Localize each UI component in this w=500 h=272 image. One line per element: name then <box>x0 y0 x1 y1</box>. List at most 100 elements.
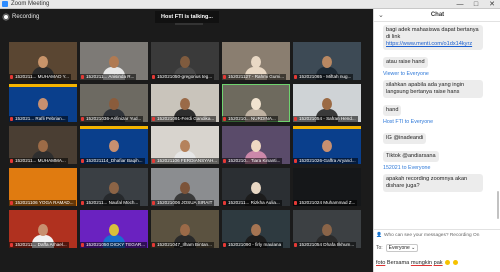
participant-tile[interactable]: 1520210... NURDINA... <box>222 84 290 122</box>
participant-tile[interactable]: 1520211... MUHAMMA... <box>9 126 77 164</box>
recording-indicator[interactable]: Recording <box>3 12 39 22</box>
participant-name: 1520211... Anisinda R... <box>80 74 137 80</box>
chat-message-list[interactable]: bagi adek mahasiswa dapat bertanya di li… <box>374 23 496 229</box>
participant-name: 152021106 FERDIANSYAH... <box>151 158 219 164</box>
message-bubble: bagi adek mahasiswa dapat bertanya di li… <box>383 25 483 50</box>
mic-muted-icon <box>81 201 84 205</box>
mic-muted-icon <box>223 117 226 121</box>
message-link[interactable]: https://www.menti.com/o1dx14kyrz <box>386 41 480 48</box>
message-text: atau raise hand <box>386 59 425 65</box>
participant-name: 152021091-Ferdi Gandika... <box>151 116 217 122</box>
mic-muted-icon <box>10 75 13 79</box>
message-sender[interactable]: Viewer to Everyone <box>383 71 492 78</box>
emoji-icon[interactable] <box>452 260 458 266</box>
active-speaker-banner: Host FTI is talking... <box>155 11 219 23</box>
message-bubble: IG @inadeandi <box>383 133 427 144</box>
mic-muted-icon <box>294 243 297 247</box>
input-word-1: foto <box>376 260 386 266</box>
participant-tile[interactable]: 1520211... Naufal Moch... <box>80 168 148 206</box>
participant-tile[interactable]: 152021... Rafli Pebrian... <box>9 84 77 122</box>
mic-muted-icon <box>152 243 155 247</box>
participant-name: 152021047_Ilham Bintan... <box>151 242 214 248</box>
participant-tile[interactable]: 1520211... MUHAMAD Y... <box>9 42 77 80</box>
participant-tile[interactable]: 152021090 - firly maulana <box>222 210 290 248</box>
participant-name: 152021114_Dhafiar Baqih... <box>80 158 145 164</box>
input-word-4: pak <box>433 260 443 266</box>
mic-muted-icon <box>294 75 297 79</box>
participant-tile[interactable]: 1520211... Rizkha Aulia... <box>222 168 290 206</box>
participant-tile[interactable]: 1520211... Daffa Arhael... <box>9 210 77 248</box>
mic-muted-icon <box>152 159 155 163</box>
chat-scrollbar[interactable] <box>496 23 500 229</box>
participant-name: 152021054 - Safran Hend... <box>293 116 358 122</box>
participant-grid: 1520211... MUHAMAD Y... 1520211... Anisin… <box>9 42 361 248</box>
emoji-icon[interactable] <box>445 260 451 266</box>
message-bubble: atau raise hand <box>383 57 428 68</box>
who-can-see-info[interactable]: 👤 Who can see your messages? Recording O… <box>376 232 498 240</box>
message-text: silahkan apabila ada yang ingin langsung… <box>386 82 465 95</box>
message-sender[interactable]: 152021 to Everyone <box>383 165 492 172</box>
participant-tile[interactable]: 152021006 JOSUA SIRAIT <box>151 168 219 206</box>
participant-name: 152021127 - Rahmi Gumi... <box>222 74 287 80</box>
scrollbar-thumb[interactable] <box>497 191 499 219</box>
participant-name: 1520211... Naufal Moch... <box>80 200 141 206</box>
title-bar: Zoom Meeting — □ ✕ <box>0 0 500 9</box>
chat-input[interactable]: foto Bersama mungkin pak <box>376 257 498 269</box>
minimize-button[interactable]: — <box>452 0 468 9</box>
participant-name: 1520211... Rizkha Aulia... <box>222 200 282 206</box>
mic-muted-icon <box>81 117 84 121</box>
participant-tile[interactable]: 152021054 - Safran Hend... <box>293 84 361 122</box>
person-icon: 👤 <box>376 233 382 238</box>
participant-tile[interactable]: 152021114_Dhafiar Baqih... <box>80 126 148 164</box>
participant-tile[interactable]: 152021091-Ferdi Gandika... <box>151 84 219 122</box>
participant-tile[interactable]: 152021106 YOGA RAMAD... <box>9 168 77 206</box>
participant-tile[interactable]: 152021106 FERDIANSYAH... <box>151 126 219 164</box>
participant-name: 152021106 YOGA RAMAD... <box>9 200 76 206</box>
participant-name: 152021... Rafli Pebrian... <box>9 116 68 122</box>
participant-tile[interactable]: 152021050 DICKY TEGAR... <box>80 210 148 248</box>
recipient-row: To: Everyone ⌄ <box>376 244 419 252</box>
message-text: bagi adek mahasiswa dapat bertanya di li… <box>386 27 479 40</box>
recording-label: Recording <box>12 14 40 20</box>
mic-muted-icon <box>294 117 297 121</box>
maximize-button[interactable]: □ <box>468 0 484 9</box>
message-sender[interactable]: Host FTI to Everyone <box>383 119 492 126</box>
mic-muted-icon <box>223 201 226 205</box>
input-word-3: mungkin <box>410 260 433 266</box>
mic-muted-icon <box>223 75 226 79</box>
close-button[interactable]: ✕ <box>484 0 500 9</box>
participant-tile[interactable]: 152021036-Arifinizar Yud... <box>80 84 148 122</box>
participant-tile[interactable]: 152021065 - Miftah nug... <box>293 42 361 80</box>
recipient-select[interactable]: Everyone ⌄ <box>385 244 419 252</box>
participant-tile[interactable]: 152021127 - Rahmi Gumi... <box>222 42 290 80</box>
participant-name: 1520211... MUHAMMA... <box>9 158 68 164</box>
participant-name: 1520210... NURDINA... <box>222 116 278 122</box>
participant-tile[interactable]: 152021026-Gaffra Aryand... <box>293 126 361 164</box>
participant-name: 1520211... Daffa Arhael... <box>9 242 69 248</box>
chat-header: ⌄ Chat <box>374 9 500 22</box>
record-icon <box>3 14 9 20</box>
participant-name: 152021006 JOSUA SIRAIT <box>151 200 215 206</box>
participant-tile[interactable]: 152021047_Ilham Bintan... <box>151 210 219 248</box>
participant-tile[interactable]: 152021024 Muhammad Z... <box>293 168 361 206</box>
mic-muted-icon <box>152 75 155 79</box>
participant-tile[interactable]: 1520211... Anisinda R... <box>80 42 148 80</box>
participant-name: 152021050 DICKY TEGAR... <box>80 242 148 248</box>
mic-muted-icon <box>81 243 84 247</box>
input-word-2: Bersama <box>386 260 410 266</box>
mic-muted-icon <box>81 75 84 79</box>
chat-panel: ⌄ Chat bagi adek mahasiswa dapat bertany… <box>373 9 500 272</box>
participant-tile[interactable]: 152021050-gregorius teg... <box>151 42 219 80</box>
message-bubble: Tiktok @andiarsana <box>383 151 439 162</box>
participant-name: 152021065 - Miftah nug... <box>293 74 354 80</box>
participant-name: 152021050-gregorius teg... <box>151 74 215 80</box>
to-label: To: <box>376 245 383 251</box>
mic-muted-icon <box>152 117 155 121</box>
mic-muted-icon <box>152 201 155 205</box>
message-bubble: apakah recording zoomnya akan dishare ju… <box>383 174 483 192</box>
mic-muted-icon <box>223 243 226 247</box>
mic-muted-icon <box>223 159 226 163</box>
participant-tile[interactable]: 1520210... Tiara Kinanti... <box>222 126 290 164</box>
mic-muted-icon <box>10 117 13 121</box>
participant-tile[interactable]: 152021054 Dhafa Ilkhum... <box>293 210 361 248</box>
